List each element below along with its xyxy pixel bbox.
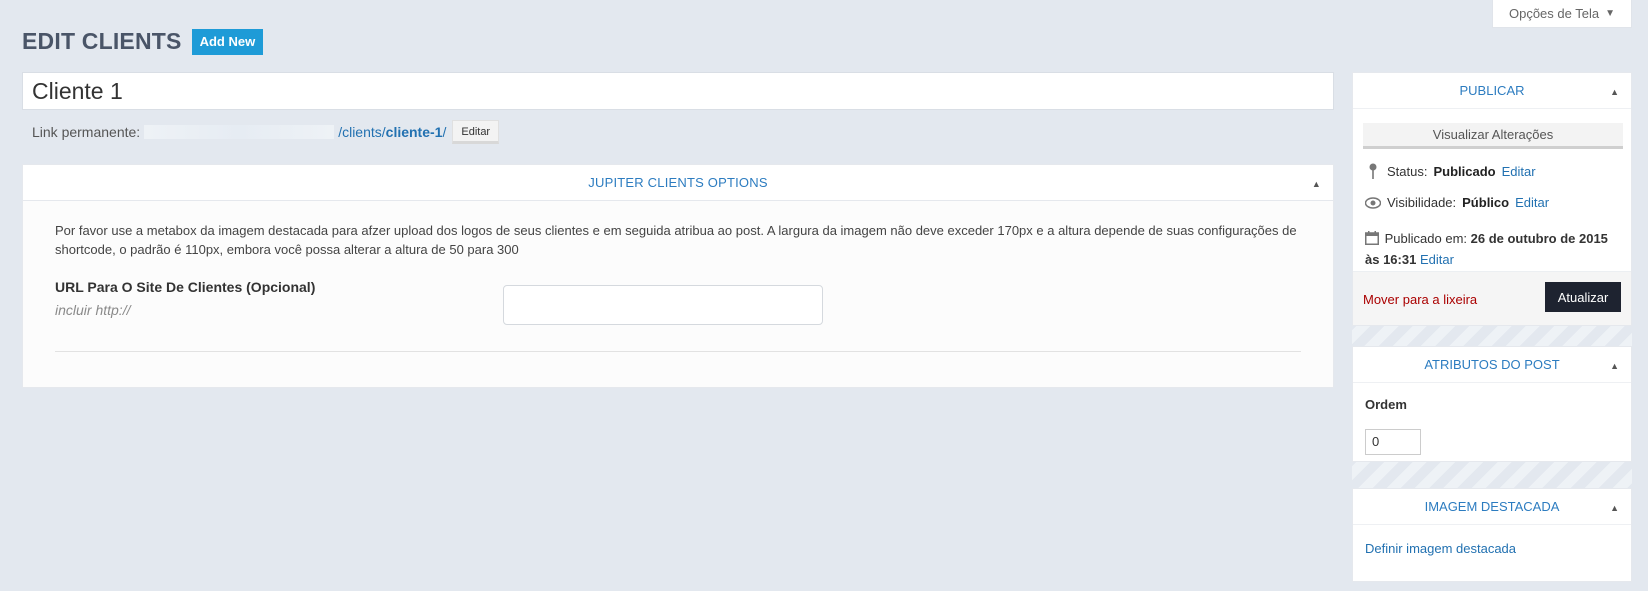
screen-options-label: Opções de Tela bbox=[1508, 6, 1600, 21]
page-title: EDIT CLIENTS bbox=[22, 28, 182, 54]
jupiter-box-body: Por favor use a metabox da imagem destac… bbox=[23, 201, 1333, 387]
featured-image-box: IMAGEM DESTACADA ▲ Definir imagem destac… bbox=[1352, 488, 1632, 582]
divider bbox=[55, 351, 1301, 352]
update-button[interactable]: Atualizar bbox=[1545, 282, 1621, 312]
publish-box: PUBLICAR ▲ Visualizar Alterações Status:… bbox=[1352, 72, 1632, 326]
publish-title: PUBLICAR bbox=[1459, 83, 1525, 98]
order-label: Ordem bbox=[1365, 397, 1407, 412]
url-hint: incluir http:// bbox=[55, 302, 131, 318]
permalink-edit-button[interactable]: Editar bbox=[452, 120, 500, 144]
jupiter-box-header[interactable]: JUPITER CLIENTS OPTIONS ▲ bbox=[23, 165, 1333, 201]
visibility-label: Visibilidade: bbox=[1387, 195, 1457, 210]
published-edit-link[interactable]: Editar bbox=[1420, 252, 1454, 267]
published-date-row: Publicado em: 26 de outubro de 2015 às 1… bbox=[1365, 229, 1625, 269]
page-header: EDIT CLIENTS Add New bbox=[22, 28, 264, 55]
caret-down-icon: ▼ bbox=[1605, 8, 1615, 19]
screen-options-toggle[interactable]: Opções de Tela ▼ bbox=[1492, 0, 1632, 28]
permalink-link[interactable]: /clients/cliente-1/ bbox=[338, 124, 446, 140]
status-edit-link[interactable]: Editar bbox=[1502, 164, 1536, 179]
visibility-edit-link[interactable]: Editar bbox=[1515, 195, 1549, 210]
move-to-trash-link[interactable]: Mover para a lixeira bbox=[1363, 292, 1477, 307]
post-attributes-box: ATRIBUTOS DO POST ▲ Ordem 0 bbox=[1352, 346, 1632, 462]
triangle-up-icon[interactable]: ▲ bbox=[1610, 503, 1619, 513]
permalink-trailing: / bbox=[442, 124, 447, 140]
post-attributes-title: ATRIBUTOS DO POST bbox=[1424, 357, 1560, 372]
order-input[interactable]: 0 bbox=[1365, 429, 1421, 455]
published-label: Publicado em: bbox=[1384, 231, 1468, 246]
add-new-button[interactable]: Add New bbox=[191, 28, 264, 55]
publish-header[interactable]: PUBLICAR ▲ bbox=[1353, 73, 1631, 109]
status-row: Status: Publicado Editar bbox=[1365, 163, 1536, 179]
jupiter-box-title: JUPITER CLIENTS OPTIONS bbox=[588, 175, 768, 190]
jupiter-description: Por favor use a metabox da imagem destac… bbox=[55, 223, 1297, 257]
status-label: Status: bbox=[1387, 163, 1428, 179]
permalink-label: Link permanente: bbox=[32, 124, 141, 140]
visibility-value: Público bbox=[1462, 195, 1510, 210]
permalink-row: Link permanente: /clients/cliente-1/ Edi… bbox=[32, 120, 500, 144]
post-title-input[interactable]: Cliente 1 bbox=[22, 72, 1334, 110]
url-label: URL Para O Site De Clientes (Opcional) bbox=[55, 279, 316, 295]
featured-image-title: IMAGEM DESTACADA bbox=[1424, 499, 1560, 514]
jupiter-clients-options-box: JUPITER CLIENTS OPTIONS ▲ Por favor use … bbox=[22, 164, 1334, 388]
triangle-up-icon[interactable]: ▲ bbox=[1610, 87, 1619, 97]
publish-footer: Mover para a lixeira Atualizar bbox=[1353, 271, 1631, 325]
preview-changes-button[interactable]: Visualizar Alterações bbox=[1363, 123, 1623, 149]
set-featured-image-link[interactable]: Definir imagem destacada bbox=[1365, 541, 1516, 556]
pin-icon bbox=[1365, 163, 1381, 179]
calendar-icon bbox=[1365, 231, 1381, 250]
triangle-up-icon[interactable]: ▲ bbox=[1610, 361, 1619, 371]
triangle-up-icon[interactable]: ▲ bbox=[1312, 179, 1321, 189]
eye-icon bbox=[1365, 196, 1381, 209]
permalink-domain-blurred bbox=[144, 125, 335, 139]
featured-image-header[interactable]: IMAGEM DESTACADA ▲ bbox=[1353, 489, 1631, 525]
permalink-base: /clients/ bbox=[338, 124, 386, 140]
post-attributes-header[interactable]: ATRIBUTOS DO POST ▲ bbox=[1353, 347, 1631, 383]
status-value: Publicado bbox=[1433, 163, 1496, 179]
permalink-slug: cliente-1 bbox=[385, 124, 443, 140]
visibility-row: Visibilidade: Público Editar bbox=[1365, 195, 1549, 210]
client-url-input[interactable] bbox=[503, 285, 823, 325]
